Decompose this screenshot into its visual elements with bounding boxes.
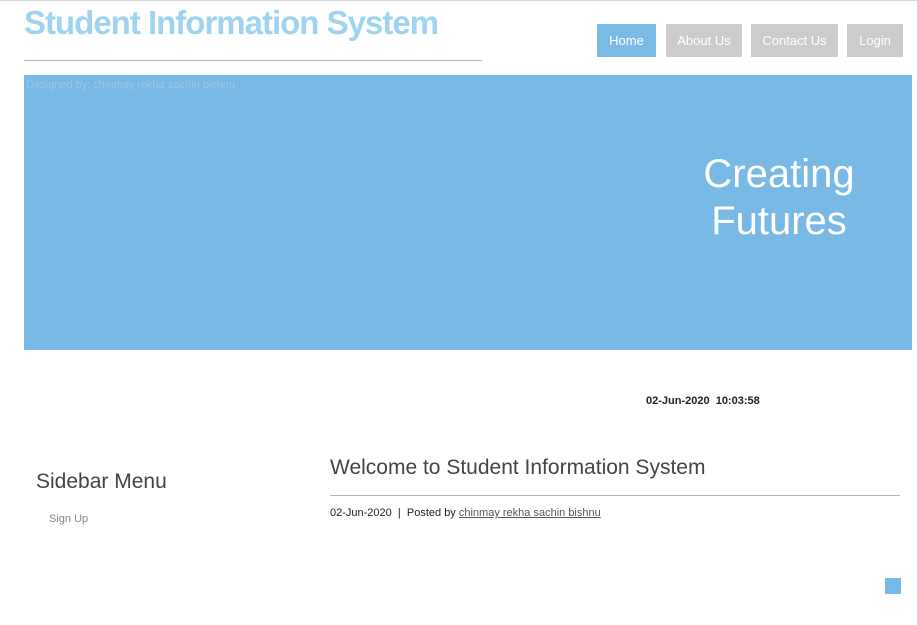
site-title: Student Information System: [24, 4, 439, 41]
posted-by-label: Posted by: [406, 507, 456, 519]
nav-home[interactable]: Home: [597, 24, 656, 57]
nav-contact-us[interactable]: Contact Us: [751, 24, 838, 57]
post-divider: [330, 495, 900, 496]
post-author-link[interactable]: chinmay rekha sachin bishnu: [459, 507, 601, 519]
banner-credit: Designed by: chinmay rekha sachin bishnu: [26, 79, 236, 91]
sidebar-item-sign-up[interactable]: Sign Up: [49, 513, 88, 525]
tagline-line-1: Creating: [703, 152, 855, 196]
top-border: [0, 0, 917, 1]
post-meta: 02-Jun-2020 | Posted by chinmay rekha sa…: [330, 507, 601, 519]
banner-tagline: Creating Futures: [679, 151, 879, 245]
nav-about-us[interactable]: About Us: [666, 24, 742, 57]
meta-separator: |: [397, 507, 401, 519]
back-to-top-button[interactable]: [885, 578, 901, 594]
nav-login[interactable]: Login: [847, 24, 903, 57]
post-date: 02-Jun-2020: [330, 507, 392, 519]
sidebar-heading: Sidebar Menu: [36, 470, 167, 493]
date-time-clock: 02-Jun-2020 10:03:58: [646, 395, 760, 407]
title-divider: [24, 60, 482, 61]
tagline-line-2: Futures: [711, 199, 847, 243]
post-title: Welcome to Student Information System: [330, 456, 706, 479]
hero-banner: Designed by: chinmay rekha sachin bishnu…: [24, 75, 912, 350]
